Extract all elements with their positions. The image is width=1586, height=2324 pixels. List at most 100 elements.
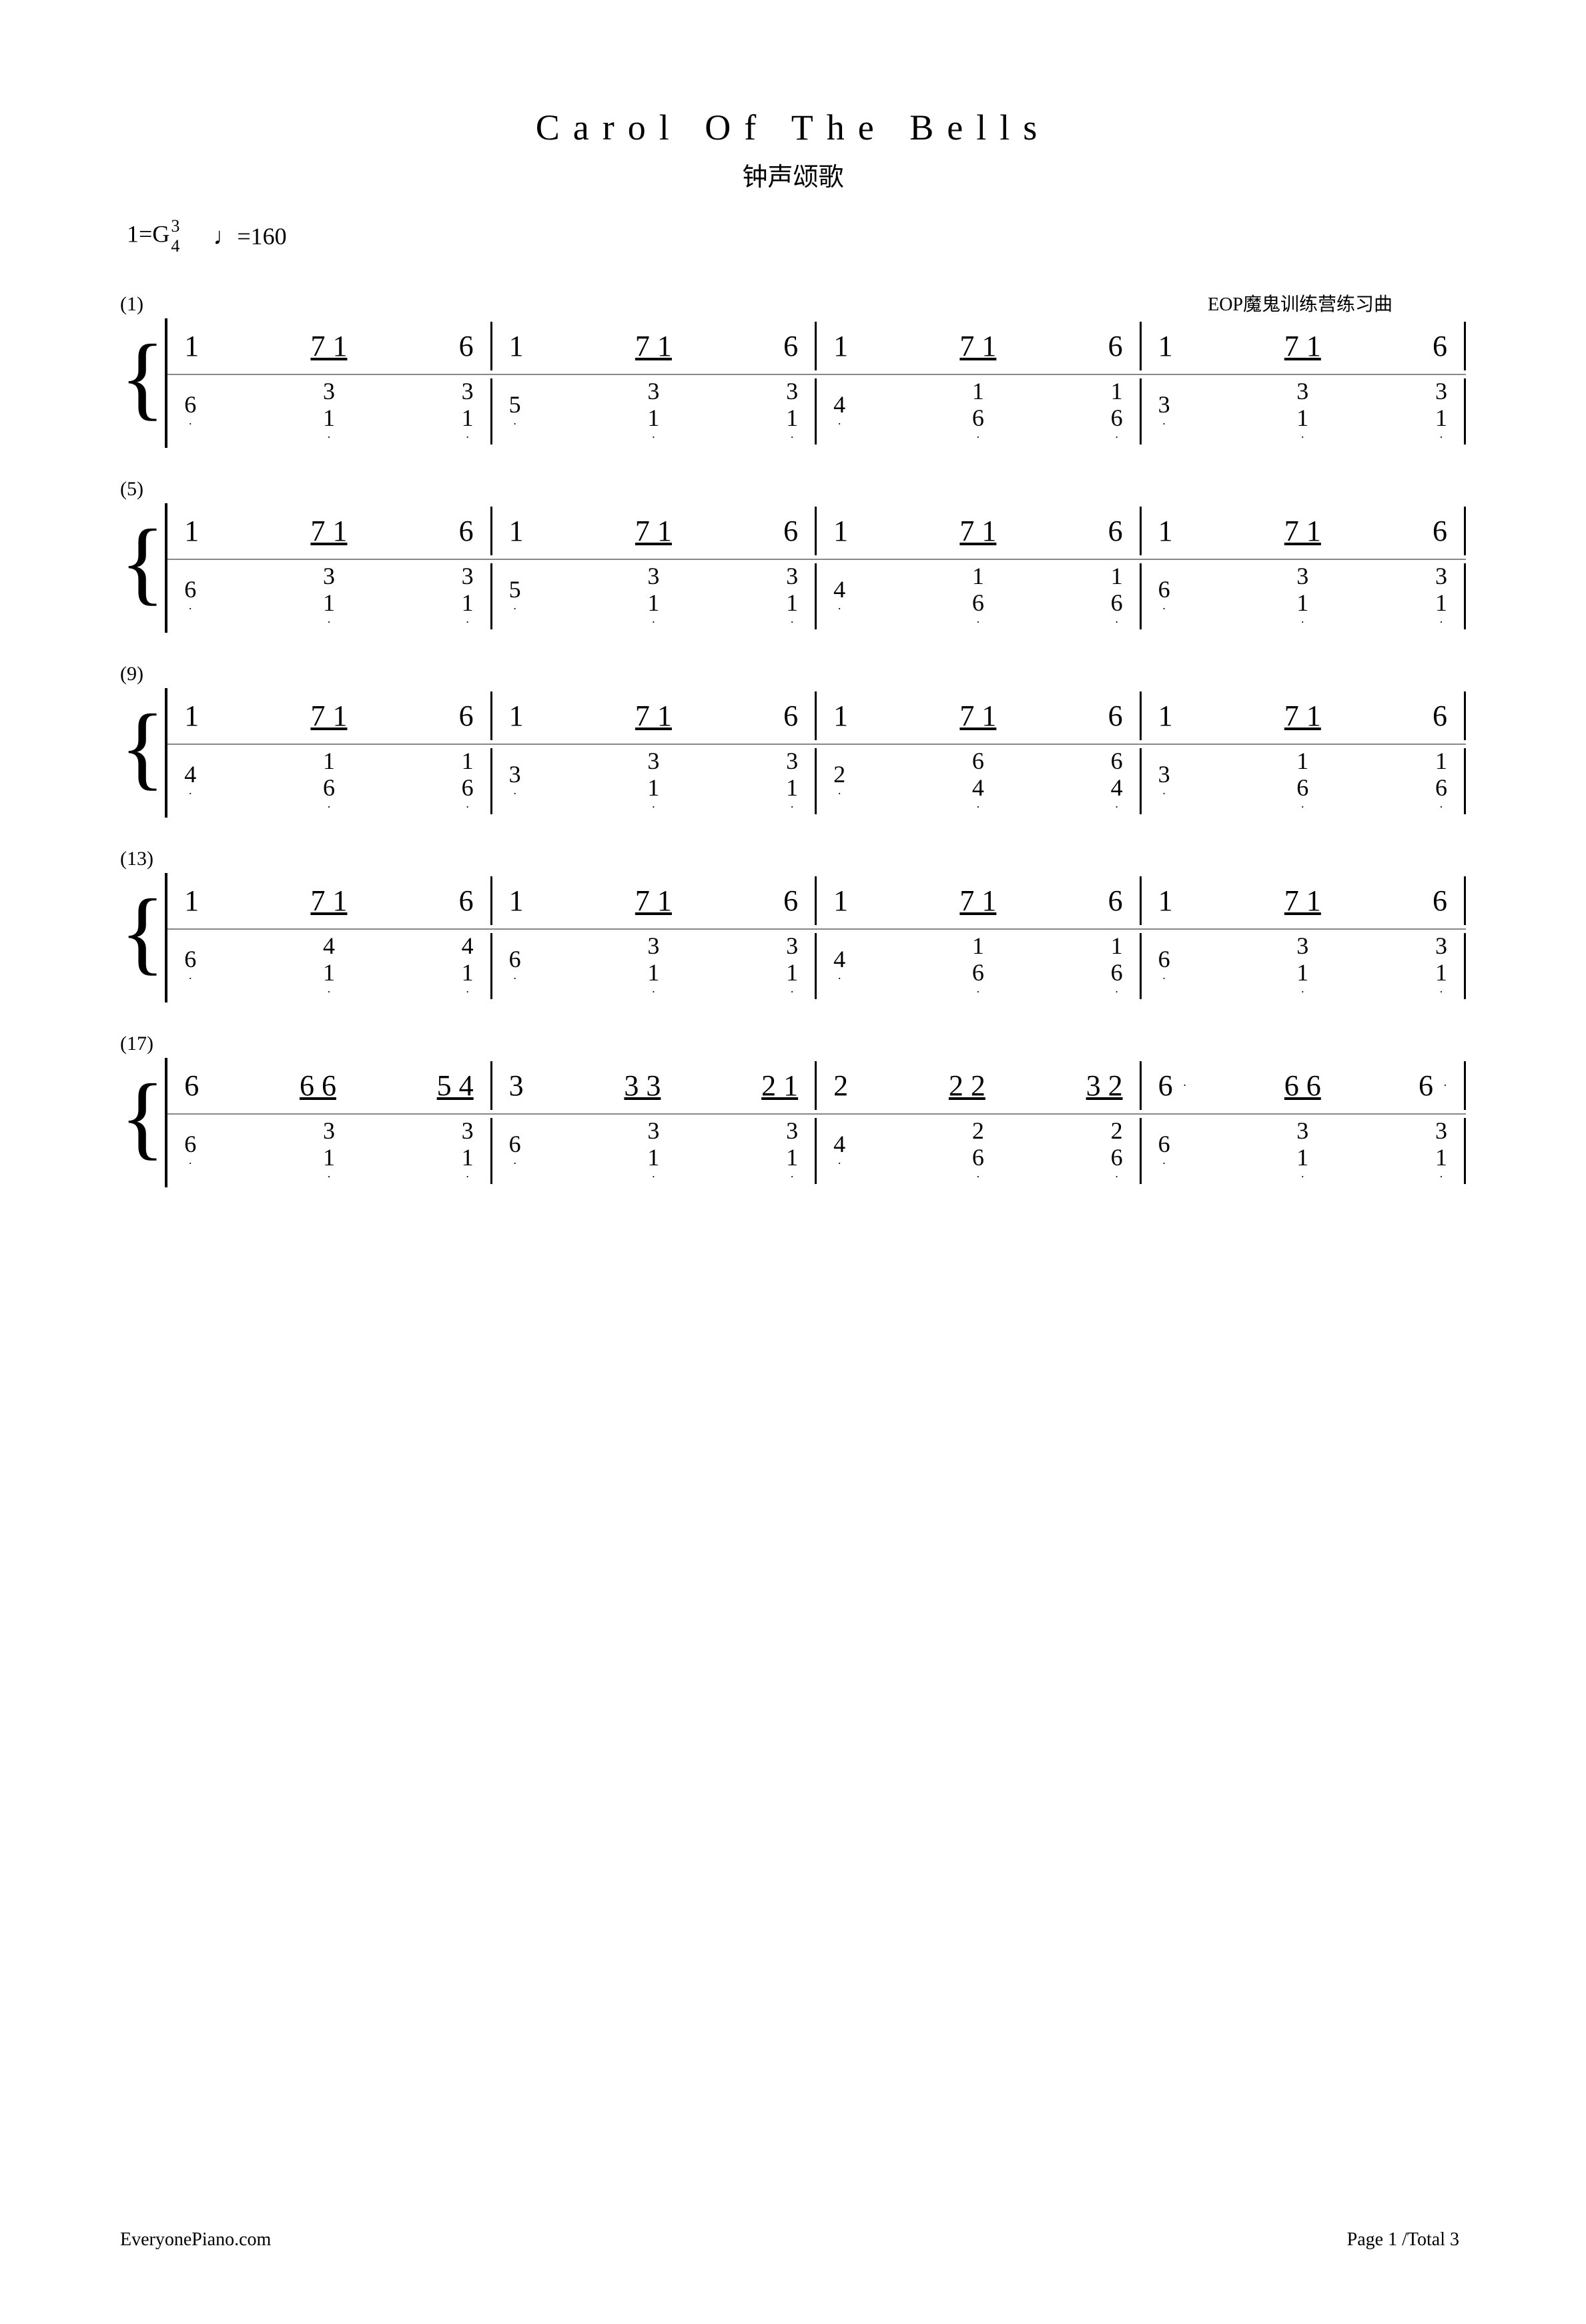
staves-1: 1 7 1 6 1 7 1 6 xyxy=(165,318,1466,448)
note: 1 xyxy=(184,514,199,548)
note: 1 xyxy=(1435,1145,1447,1171)
chord: 3 1 · xyxy=(1296,378,1308,445)
note: 1 xyxy=(647,1145,659,1171)
measure: 1 7 1 6 xyxy=(492,884,815,918)
note: 6 xyxy=(1433,514,1447,548)
note: 6 xyxy=(972,960,984,986)
note: 7 1 xyxy=(635,329,672,363)
note: 3 xyxy=(462,563,474,590)
measure: 2 2 2 3 2 xyxy=(817,1069,1139,1103)
measure: 4 · 1 6 · 1 6 · xyxy=(167,748,490,814)
end-barline xyxy=(1464,876,1466,925)
note: 1 xyxy=(1158,514,1173,548)
section-5: (5) { 1 7 1 6 1 7 1 xyxy=(120,478,1466,633)
note: 6 xyxy=(1108,329,1123,363)
note: 7 1 xyxy=(959,884,996,918)
measure-2-treble: 1 7 1 6 xyxy=(492,329,815,363)
note: 1 xyxy=(647,590,659,617)
end-barline xyxy=(1464,748,1466,814)
eop-credit: EOP魔鬼训练营练习曲 xyxy=(1208,290,1393,316)
measure: 6 · 3 1 · 3 1 · xyxy=(167,1118,490,1184)
note: 6 xyxy=(1158,577,1170,603)
measure-3-bass: 4 · 1 6 · 1 6 · xyxy=(817,378,1139,445)
bass-5: 6 · 3 1 · 3 1 · xyxy=(167,560,1466,633)
note: 1 xyxy=(1296,748,1308,775)
note: 6 xyxy=(972,590,984,617)
note: 3 xyxy=(509,1069,524,1103)
note: 6 xyxy=(1433,699,1447,733)
note: 3 xyxy=(786,933,798,960)
note: 1 xyxy=(833,699,848,733)
note: 1 xyxy=(184,329,199,363)
note: 1 xyxy=(323,1145,335,1171)
music-block-13: { 1 7 1 6 1 7 1 xyxy=(120,873,1466,1002)
note: 3 xyxy=(1435,1118,1447,1145)
measure: 6 · 3 1 · 3 1 · xyxy=(167,563,490,629)
measure-4-bass: 3 · 3 1 · 3 1 · xyxy=(1142,378,1464,445)
note: 1 xyxy=(509,514,524,548)
brace-1: { xyxy=(120,318,165,448)
note: 2 xyxy=(833,762,845,788)
end-barline xyxy=(1464,322,1466,370)
note: 4 xyxy=(462,933,474,960)
section-13: (13) { 1 7 1 6 1 7 1 xyxy=(120,848,1466,1002)
note: 1 xyxy=(833,884,848,918)
note: 4 xyxy=(833,577,845,603)
music-block-9: { 1 7 1 6 1 7 1 xyxy=(120,688,1466,818)
note: 3 xyxy=(1158,392,1170,418)
treble-5: 1 7 1 6 1 7 1 6 xyxy=(167,503,1466,560)
chord: 3 1 · xyxy=(323,378,335,445)
brace-13: { xyxy=(120,873,165,1002)
note: 6 xyxy=(509,1131,521,1158)
chord: 3 1 · xyxy=(462,378,474,445)
note: 3 xyxy=(462,1118,474,1145)
treble-17: 6 6 6 5 4 3 3 3 2 1 xyxy=(167,1058,1466,1115)
bass-9: 4 · 1 6 · 1 6 · xyxy=(167,745,1466,818)
measure: 3 3 3 2 1 xyxy=(492,1069,815,1103)
chord: 3 1 · xyxy=(647,378,659,445)
measure-1-bass: 6 · 3 1 · 3 1 · xyxy=(167,378,490,445)
note: 1 xyxy=(1435,748,1447,775)
note: 1 xyxy=(462,960,474,986)
note: 6 xyxy=(783,884,798,918)
note: 1 xyxy=(184,884,199,918)
note: 7 1 xyxy=(1284,329,1321,363)
note: 6 xyxy=(1296,775,1308,802)
note: 3 xyxy=(786,1118,798,1145)
note: 3 xyxy=(647,378,659,405)
chord: 1 6 · xyxy=(1111,378,1123,445)
measure: 6 · 4 1 · 4 1 · xyxy=(167,933,490,999)
bass-17: 6 · 3 1 · 3 1 · xyxy=(167,1115,1466,1187)
note: 4 xyxy=(972,775,984,802)
note: 2 2 xyxy=(949,1069,985,1103)
note: 6 xyxy=(972,405,984,432)
end-barline xyxy=(1464,691,1466,740)
note: 6 xyxy=(783,514,798,548)
note: 7 1 xyxy=(635,884,672,918)
note: 7 1 xyxy=(310,329,347,363)
measure-1-treble: 1 7 1 6 xyxy=(167,329,490,363)
chord: 1 6 · xyxy=(972,378,984,445)
note: 1 xyxy=(184,699,199,733)
note: 4 xyxy=(1111,775,1123,802)
note: 2 xyxy=(833,1069,848,1103)
note: 6 xyxy=(459,699,474,733)
end-barline xyxy=(1464,1061,1466,1110)
note: 3 xyxy=(786,748,798,775)
measure: 6 · 3 1 · 3 1 · xyxy=(492,1118,815,1184)
note: 6 xyxy=(1433,329,1447,363)
section-5-label: (5) xyxy=(120,478,1466,501)
note: 7 1 xyxy=(1284,699,1321,733)
note: 6 xyxy=(459,514,474,548)
note: 3 xyxy=(786,378,798,405)
note: 6 xyxy=(1111,748,1123,775)
measure: 1 7 1 6 xyxy=(1142,884,1464,918)
note: 6 xyxy=(1111,590,1123,617)
note: 1 xyxy=(1296,1145,1308,1171)
measure: 6 · 3 1 · 3 1 · xyxy=(1142,563,1464,629)
note: 6 xyxy=(509,946,521,973)
note: 1 xyxy=(462,748,474,775)
note: 7 1 xyxy=(959,329,996,363)
note: 3 xyxy=(1296,1118,1308,1145)
note: 1 xyxy=(786,405,798,432)
